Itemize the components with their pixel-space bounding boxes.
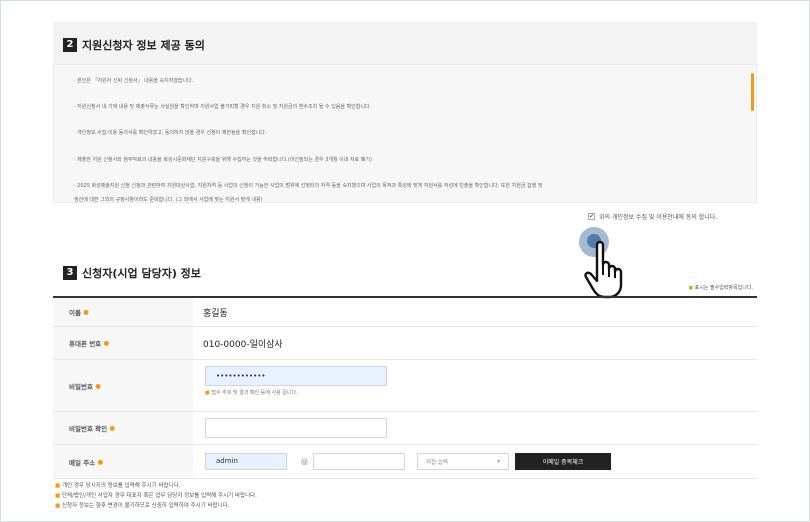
note-item: ■ 단체/법인/개인 사업자 경우 대표자 혹은 업무 담당자 정보를 입력해 … <box>55 491 257 501</box>
phone-value[interactable]: 010-0000-일이삼사 <box>193 327 757 359</box>
name-label-text: 이름 <box>69 309 81 317</box>
required-dot: ● <box>95 381 101 390</box>
email-domain-input[interactable] <box>313 453 405 470</box>
note-marker: ■ <box>205 390 210 396</box>
password-confirm-label: 비밀번호 확인 ● <box>53 412 193 444</box>
required-dot: ● <box>688 285 694 291</box>
note-text: 신청자 정보는 향후 변경이 불가하므로 신중히 입력하여 주시기 바랍니다. <box>61 503 230 509</box>
name-value[interactable]: 홍길동 <box>193 298 757 326</box>
email-id-input[interactable]: admin <box>205 453 287 470</box>
consent-line: · 제출한 지원 신청서와 첨부작료의 내용을 화성시문화재단 지원구축을 위해… <box>74 157 372 163</box>
required-note-text: 표시는 필수입력항목입니다. <box>694 285 753 291</box>
note-text: 개인 경우 당시지의 정보를 입력해 주시기 바랍니다. <box>61 483 181 489</box>
phone-label-text: 휴대폰 번호 <box>69 340 102 348</box>
password-label-text: 비밀번호 <box>69 382 93 391</box>
applicant-form: 이름 ● 홍길동 휴대폰 번호 ● 010-0000-일이삼사 비밀번호 ● •… <box>53 296 757 479</box>
name-label: 이름 ● <box>53 298 193 326</box>
note-item: ■ 신청자 정보는 향후 변경이 불가하므로 신중히 입력하여 주시기 바랍니다… <box>55 501 257 511</box>
email-cell: admin @ 직접 입력 ▾ 이메일 중복체크 <box>193 445 757 478</box>
note-marker: ■ <box>55 503 61 509</box>
required-dot: ● <box>83 308 89 316</box>
section2-title: 지원신청자 정보 제공 동의 <box>82 39 205 52</box>
email-label: 메일 주소 ● <box>53 445 193 478</box>
password-confirm-label-text: 비밀번호 확인 <box>69 425 108 433</box>
email-at-sign: @ <box>301 457 308 466</box>
chevron-down-icon: ▾ <box>497 458 500 465</box>
agree-row[interactable]: ✔ 위의 개인정보 수집 및 이용안내에 동의 합니다. <box>588 212 717 221</box>
password-input[interactable]: •••••••••••• <box>205 366 387 386</box>
password-confirm-cell <box>193 412 757 444</box>
consent-line: · 지원신청서 내 기재 내용 및 제출서류는 사실임을 확인하며 지원사업 불… <box>74 104 372 110</box>
email-select-value: 직접 입력 <box>426 459 448 466</box>
name-row: 이름 ● 홍길동 <box>53 298 757 327</box>
password-confirm-row: 비밀번호 확인 ● <box>53 412 757 445</box>
phone-row: 휴대폰 번호 ● 010-0000-일이삼사 <box>53 327 757 360</box>
email-label-text: 메일 주소 <box>69 458 96 467</box>
section2-number: 2 <box>63 38 77 52</box>
consent-line: · 개인정보 수집·이용 동의서를 확인하였고, 동의하지 않을 경우 신청이 … <box>74 130 267 136</box>
email-row: 메일 주소 ● admin @ 직접 입력 ▾ 이메일 중복체크 <box>53 445 757 479</box>
consent-line: · 2025 화성예술지원 신청 신청과 관련하여 지원대상사업, 지원자격 등… <box>74 183 543 189</box>
password-confirm-input[interactable] <box>205 418 387 438</box>
note-marker: ■ <box>55 493 61 499</box>
required-dot: ● <box>109 424 116 432</box>
note-text: 단체/법인/개인 사업자 경우 대표자 혹은 업무 담당자 정보를 입력해 주시… <box>61 493 257 499</box>
section3-number: 3 <box>63 266 77 280</box>
section3-header: 3 신청자(시업 담당자) 정보 ● 표시는 필수입력항목입니다. <box>53 263 757 293</box>
consent-line: · 본인은 「지원자 신퇴 신청서」 내용을 숙지하였습니다. <box>74 78 194 84</box>
password-hint-text: 접수 추회 및 결과 확인 등에 사용 됩니다. <box>211 390 298 396</box>
section3-title: 신청자(시업 담당자) 정보 <box>82 267 201 280</box>
required-dot: ● <box>103 339 110 347</box>
consent-scroll-box[interactable]: · 본인은 「지원자 신퇴 신청서」 내용을 숙지하였습니다. · 지원신청서 … <box>53 64 757 203</box>
password-hint: ■ 접수 추회 및 결과 확인 등에 사용 됩니다. <box>205 389 298 396</box>
page-frame: 2 지원신청자 정보 제공 동의 · 본인은 「지원자 신퇴 신청서」 내용을 … <box>0 0 810 522</box>
checkbox-icon[interactable]: ✔ <box>588 213 595 220</box>
password-cell: •••••••••••• ■ 접수 추회 및 결과 확인 등에 사용 됩니다. <box>193 360 757 411</box>
required-note: ● 표시는 필수입력항목입니다. <box>689 284 753 291</box>
email-domain-select[interactable]: 직접 입력 ▾ <box>417 453 509 470</box>
consent-line: 정산에 대한 그외의 규정사항이라도 준비합니다. (그 외에서 사업에 맞는 … <box>74 197 263 203</box>
password-label: 비밀번호 ● <box>53 360 193 411</box>
phone-label: 휴대폰 번호 ● <box>53 327 193 359</box>
notes-list: ■ 개인 경우 당시지의 정보를 입력해 주시기 바랍니다. ■ 단체/법인/개… <box>55 481 257 511</box>
required-dot: ● <box>97 457 104 466</box>
note-marker: ■ <box>55 483 61 489</box>
agree-label[interactable]: 위의 개인정보 수집 및 이용안내에 동의 합니다. <box>599 212 717 221</box>
note-item: ■ 개인 경우 당시지의 정보를 입력해 주시기 바랍니다. <box>55 481 257 491</box>
email-duplicate-check-button[interactable]: 이메일 중복체크 <box>515 453 611 470</box>
password-row: 비밀번호 ● •••••••••••• ■ 접수 추회 및 결과 확인 등에 사… <box>53 360 757 412</box>
consent-scrollbar[interactable] <box>751 73 754 111</box>
